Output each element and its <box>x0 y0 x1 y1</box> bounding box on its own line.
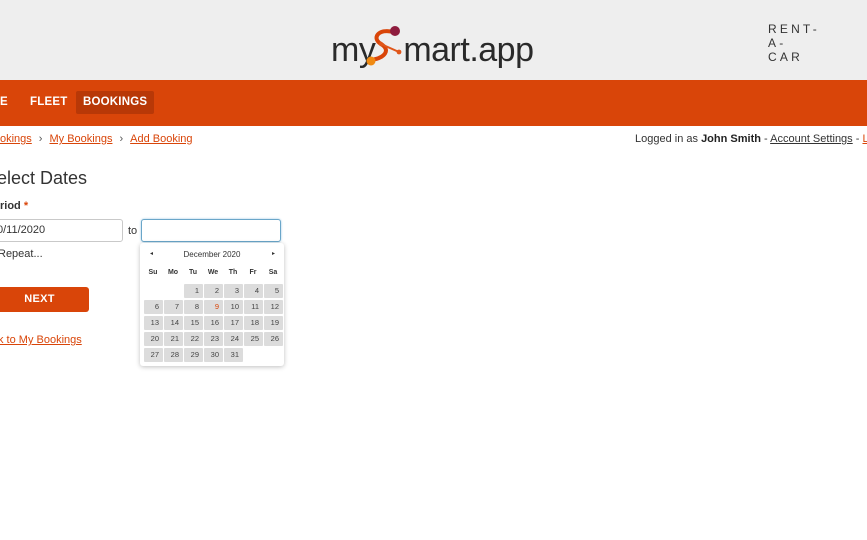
calendar-day[interactable]: 17 <box>224 316 243 330</box>
repeat-option[interactable]: Repeat... <box>0 248 43 260</box>
logo-wordmark-rest: mart.app <box>403 31 534 69</box>
nav-item-home[interactable]: E <box>0 91 15 114</box>
calendar-day[interactable]: 1 <box>184 284 203 298</box>
calendar-day[interactable]: 6 <box>144 300 163 314</box>
calendar-day[interactable]: 8 <box>184 300 203 314</box>
period-label-text: riod <box>0 200 21 212</box>
weekday-header: Th <box>228 269 238 276</box>
weekday-header: Fr <box>249 269 257 276</box>
login-prefix: Logged in as <box>635 133 702 145</box>
logo-s-icon <box>366 26 402 66</box>
weekday-header: Tu <box>188 269 198 276</box>
next-month-icon[interactable]: ▸ <box>272 250 275 257</box>
calendar-day[interactable]: 28 <box>164 348 183 362</box>
calendar-day[interactable]: 20 <box>144 332 163 346</box>
weekday-header: Mo <box>167 269 179 276</box>
calendar-day[interactable]: 22 <box>184 332 203 346</box>
page-title: elect Dates <box>0 168 88 188</box>
nav-item-bookings[interactable]: BOOKINGS <box>76 91 155 114</box>
breadcrumb-add-booking[interactable]: Add Booking <box>130 133 192 145</box>
login-dash: - <box>852 133 863 145</box>
mysmart-logo[interactable]: RENT-A-CAR my mart.app <box>331 18 817 70</box>
breadcrumb-separator: › <box>38 133 43 145</box>
logo-tagline: RENT-A-CAR <box>768 22 820 64</box>
calendar-day[interactable]: 14 <box>164 316 183 330</box>
end-date-input[interactable] <box>141 219 281 242</box>
weekday-header: We <box>207 269 219 276</box>
login-dash: - <box>760 133 771 145</box>
calendar-day[interactable]: 27 <box>144 348 163 362</box>
calendar-day[interactable]: 3 <box>224 284 243 298</box>
datepicker-popup: ◂ December 2020 ▸ Su Mo Tu We Th Fr Sa 1 2 3 4 5 6 7 8… <box>140 243 284 366</box>
login-info: Logged in as John Smith - Account Settin… <box>635 133 867 145</box>
calendar-day[interactable]: 9 <box>204 300 223 314</box>
calendar-day[interactable]: 18 <box>244 316 263 330</box>
calendar-day[interactable]: 30 <box>204 348 223 362</box>
breadcrumb-bookings[interactable]: okings <box>0 133 32 145</box>
breadcrumb: okings › My Bookings › Add Booking <box>0 133 193 145</box>
site-header: RENT-A-CAR my mart.app <box>0 0 867 80</box>
main-nav: E FLEET BOOKINGS <box>0 80 867 126</box>
logo-wordmark: my mart.app <box>331 30 534 70</box>
required-mark: * <box>23 200 29 212</box>
calendar-day[interactable]: 5 <box>264 284 283 298</box>
calendar-day[interactable]: 23 <box>204 332 223 346</box>
calendar-day[interactable]: 7 <box>164 300 183 314</box>
user-name: John Smith <box>701 133 761 145</box>
calendar-day[interactable]: 21 <box>164 332 183 346</box>
weekday-header: Su <box>148 269 158 276</box>
back-to-bookings-link[interactable]: k to My Bookings <box>0 334 82 346</box>
period-label: riod * <box>0 200 28 212</box>
start-date-input[interactable]: 0/11/2020 <box>0 219 123 242</box>
calendar-day[interactable]: 2 <box>204 284 223 298</box>
weekday-header: Sa <box>268 269 278 276</box>
calendar-day[interactable]: 11 <box>244 300 263 314</box>
next-button[interactable]: NEXT <box>0 287 89 312</box>
to-label: to <box>128 225 138 237</box>
breadcrumb-separator: › <box>119 133 124 145</box>
datepicker-month-label: December 2020 <box>183 250 241 259</box>
calendar-day[interactable]: 31 <box>224 348 243 362</box>
nav-item-fleet[interactable]: FLEET <box>23 91 74 114</box>
calendar-day[interactable]: 4 <box>244 284 263 298</box>
calendar-day[interactable]: 16 <box>204 316 223 330</box>
calendar-day[interactable]: 15 <box>184 316 203 330</box>
calendar-day[interactable]: 25 <box>244 332 263 346</box>
calendar-day[interactable]: 26 <box>264 332 283 346</box>
calendar-day[interactable]: 24 <box>224 332 243 346</box>
calendar-day[interactable]: 19 <box>264 316 283 330</box>
calendar-day[interactable]: 10 <box>224 300 243 314</box>
account-settings-link[interactable]: Account Settings <box>770 133 853 145</box>
calendar-day[interactable]: 12 <box>264 300 283 314</box>
breadcrumb-my-bookings[interactable]: My Bookings <box>49 133 112 145</box>
logout-link[interactable]: Lo <box>862 133 867 145</box>
calendar-day[interactable]: 29 <box>184 348 203 362</box>
calendar-day[interactable]: 13 <box>144 316 163 330</box>
